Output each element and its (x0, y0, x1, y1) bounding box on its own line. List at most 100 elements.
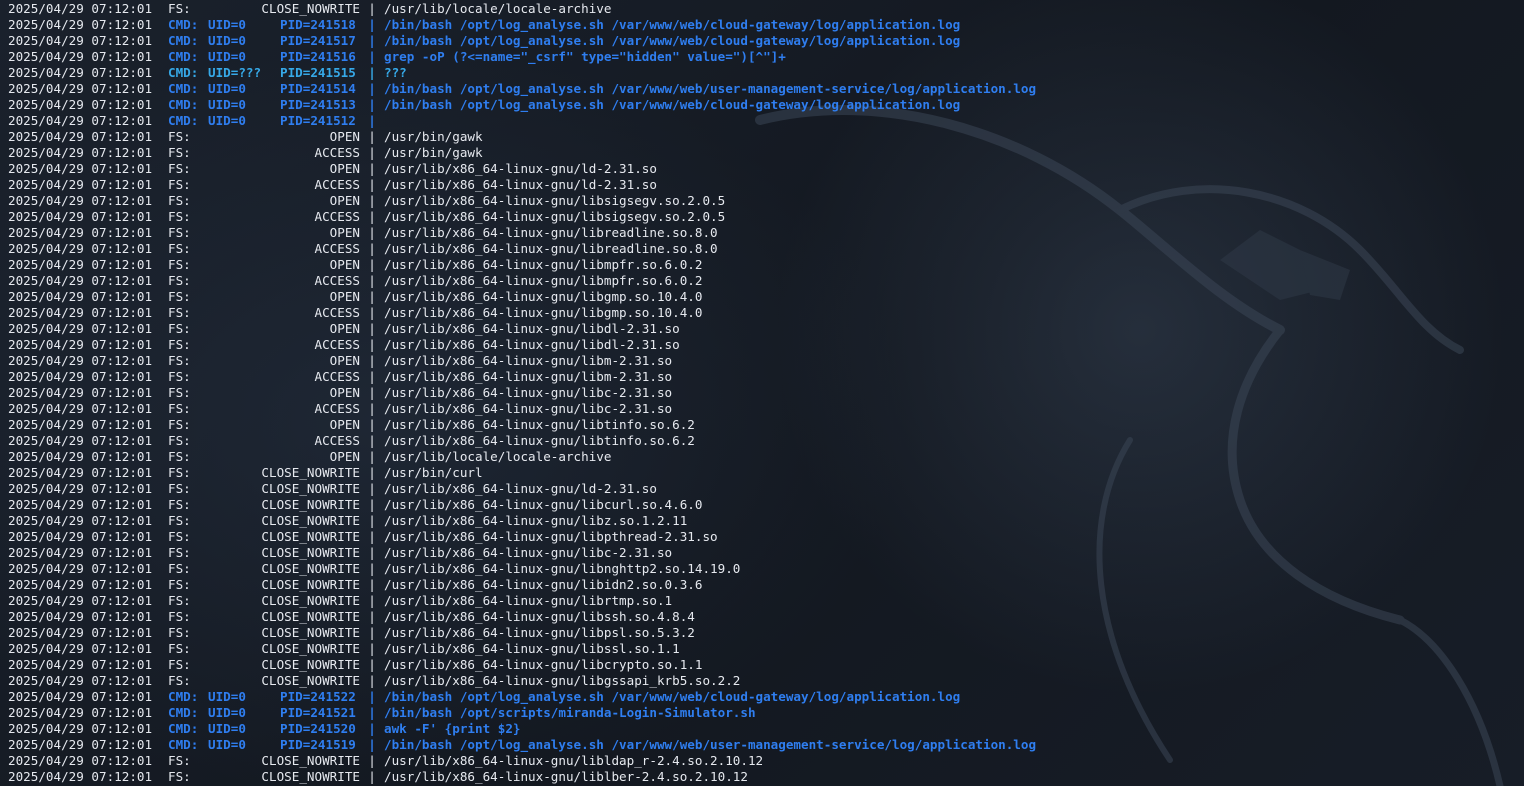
log-separator: | (368, 497, 376, 512)
log-path: /usr/lib/x86_64-linux-gnu/libsigsegv.so.… (384, 193, 726, 208)
log-separator: | (368, 673, 376, 688)
log-uid: UID=0 (208, 81, 246, 96)
log-event: ACCESS (314, 401, 361, 416)
log-uid: UID=0 (208, 737, 246, 752)
log-line: 2025/04/29 07:12:01 CMD: UID=0 PID=241517 | /… (8, 33, 1524, 49)
log-separator: | (368, 177, 376, 192)
log-separator: | (368, 353, 376, 368)
log-line: 2025/04/29 07:12:01 FS: CLOSE_NOWRITE | /usr… (8, 673, 1524, 689)
log-path: /usr/lib/x86_64-linux-gnu/librtmp.so.1 (384, 593, 673, 608)
log-timestamp: 2025/04/29 07:12:01 (8, 305, 153, 320)
log-event: OPEN (329, 321, 360, 336)
log-path: /usr/lib/x86_64-linux-gnu/libldap_r-2.4.… (384, 753, 764, 768)
log-timestamp: 2025/04/29 07:12:01 (8, 289, 153, 304)
log-line: 2025/04/29 07:12:01 CMD: UID=0 PID=241519 | /… (8, 737, 1524, 753)
log-event: ACCESS (314, 433, 361, 448)
terminal-window[interactable]: 2025/04/29 07:12:01 FS: CLOSE_NOWRITE | /usr… (0, 0, 1524, 786)
log-timestamp: 2025/04/29 07:12:01 (8, 737, 153, 752)
log-line: 2025/04/29 07:12:01 FS: CLOSE_NOWRITE | /usr… (8, 529, 1524, 545)
log-pid: PID=241513 (280, 97, 356, 112)
log-pid: PID=241518 (280, 17, 356, 32)
log-source: FS: (168, 177, 191, 192)
log-pid: PID=241521 (280, 705, 356, 720)
log-path: /usr/lib/x86_64-linux-gnu/libreadline.so… (384, 225, 718, 240)
log-path: /usr/lib/x86_64-linux-gnu/libssh.so.4.8.… (384, 609, 695, 624)
log-line: 2025/04/29 07:12:01 FS: OPEN | /usr/bin/gawk (8, 129, 1524, 145)
log-event: OPEN (329, 385, 360, 400)
log-path: /bin/bash /opt/log_analyse.sh /var/www/w… (384, 17, 961, 32)
log-path: /usr/lib/x86_64-linux-gnu/libcurl.so.4.6… (384, 497, 703, 512)
log-event: OPEN (329, 129, 360, 144)
log-line: 2025/04/29 07:12:01 CMD: UID=0 PID=241513 | /… (8, 97, 1524, 113)
log-source: FS: (168, 321, 191, 336)
log-line: 2025/04/29 07:12:01 FS: OPEN | /usr/lib/x86_… (8, 417, 1524, 433)
log-line: 2025/04/29 07:12:01 CMD: UID=0 PID=241514 | /… (8, 81, 1524, 97)
log-event: CLOSE_NOWRITE (261, 673, 360, 688)
log-line: 2025/04/29 07:12:01 FS: CLOSE_NOWRITE | /usr… (8, 513, 1524, 529)
log-timestamp: 2025/04/29 07:12:01 (8, 97, 153, 112)
log-separator: | (368, 321, 376, 336)
log-line: 2025/04/29 07:12:01 FS: CLOSE_NOWRITE | /usr… (8, 1, 1524, 17)
log-timestamp: 2025/04/29 07:12:01 (8, 273, 153, 288)
log-separator: | (368, 129, 376, 144)
log-path: /usr/lib/x86_64-linux-gnu/libnghttp2.so.… (384, 561, 741, 576)
log-event: ACCESS (314, 337, 361, 352)
log-separator: | (368, 609, 376, 624)
log-separator: | (368, 241, 376, 256)
log-source: FS: (168, 657, 191, 672)
log-event: CLOSE_NOWRITE (261, 593, 360, 608)
log-source: FS: (168, 129, 191, 144)
log-line: 2025/04/29 07:12:01 FS: ACCESS | /usr/lib/x8… (8, 273, 1524, 289)
log-source: FS: (168, 305, 191, 320)
log-path: /usr/lib/x86_64-linux-gnu/libmpfr.so.6.0… (384, 273, 703, 288)
log-timestamp: 2025/04/29 07:12:01 (8, 177, 153, 192)
log-event: CLOSE_NOWRITE (261, 497, 360, 512)
log-output: 2025/04/29 07:12:01 FS: CLOSE_NOWRITE | /usr… (8, 1, 1524, 785)
log-path: /usr/lib/x86_64-linux-gnu/libc-2.31.so (384, 545, 673, 560)
log-path: /usr/lib/x86_64-linux-gnu/ld-2.31.so (384, 161, 657, 176)
log-line: 2025/04/29 07:12:01 FS: CLOSE_NOWRITE | /usr… (8, 561, 1524, 577)
log-timestamp: 2025/04/29 07:12:01 (8, 593, 153, 608)
log-timestamp: 2025/04/29 07:12:01 (8, 321, 153, 336)
log-line: 2025/04/29 07:12:01 CMD: UID=0 PID=241520 | a… (8, 721, 1524, 737)
log-uid: UID=0 (208, 689, 246, 704)
log-event: OPEN (329, 449, 360, 464)
log-separator: | (368, 641, 376, 656)
log-line: 2025/04/29 07:12:01 FS: CLOSE_NOWRITE | /usr… (8, 465, 1524, 481)
log-timestamp: 2025/04/29 07:12:01 (8, 193, 153, 208)
log-timestamp: 2025/04/29 07:12:01 (8, 401, 153, 416)
log-uid: UID=??? (208, 65, 262, 80)
log-separator: | (368, 113, 376, 128)
log-separator: | (368, 145, 376, 160)
log-separator: | (368, 753, 376, 768)
log-path: /usr/lib/x86_64-linux-gnu/libreadline.so… (384, 241, 718, 256)
log-timestamp: 2025/04/29 07:12:01 (8, 209, 153, 224)
log-timestamp: 2025/04/29 07:12:01 (8, 257, 153, 272)
log-path: /usr/lib/x86_64-linux-gnu/libtinfo.so.6.… (384, 433, 695, 448)
log-source: FS: (168, 369, 191, 384)
log-event: CLOSE_NOWRITE (261, 481, 360, 496)
log-path: /bin/bash /opt/log_analyse.sh /var/www/w… (384, 689, 961, 704)
log-timestamp: 2025/04/29 07:12:01 (8, 113, 153, 128)
log-path: /bin/bash /opt/log_analyse.sh /var/www/w… (384, 97, 961, 112)
log-path: /usr/lib/x86_64-linux-gnu/libmpfr.so.6.0… (384, 257, 703, 272)
log-separator: | (368, 417, 376, 432)
log-timestamp: 2025/04/29 07:12:01 (8, 561, 153, 576)
log-source: CMD: (168, 113, 199, 128)
log-timestamp: 2025/04/29 07:12:01 (8, 433, 153, 448)
log-path: /usr/lib/x86_64-linux-gnu/libsigsegv.so.… (384, 209, 726, 224)
log-line: 2025/04/29 07:12:01 FS: CLOSE_NOWRITE | /usr… (8, 769, 1524, 785)
log-path: /usr/bin/gawk (384, 145, 483, 160)
log-source: FS: (168, 609, 191, 624)
log-source: FS: (168, 337, 191, 352)
log-uid: UID=0 (208, 97, 246, 112)
log-timestamp: 2025/04/29 07:12:01 (8, 497, 153, 512)
log-separator: | (368, 737, 376, 752)
log-event: ACCESS (314, 305, 361, 320)
log-source: CMD: (168, 705, 199, 720)
log-path: /usr/lib/x86_64-linux-gnu/libdl-2.31.so (384, 337, 680, 352)
log-source: CMD: (168, 49, 199, 64)
log-source: CMD: (168, 81, 199, 96)
log-line: 2025/04/29 07:12:01 CMD: UID=0 PID=241522 | /… (8, 689, 1524, 705)
log-separator: | (368, 17, 376, 32)
